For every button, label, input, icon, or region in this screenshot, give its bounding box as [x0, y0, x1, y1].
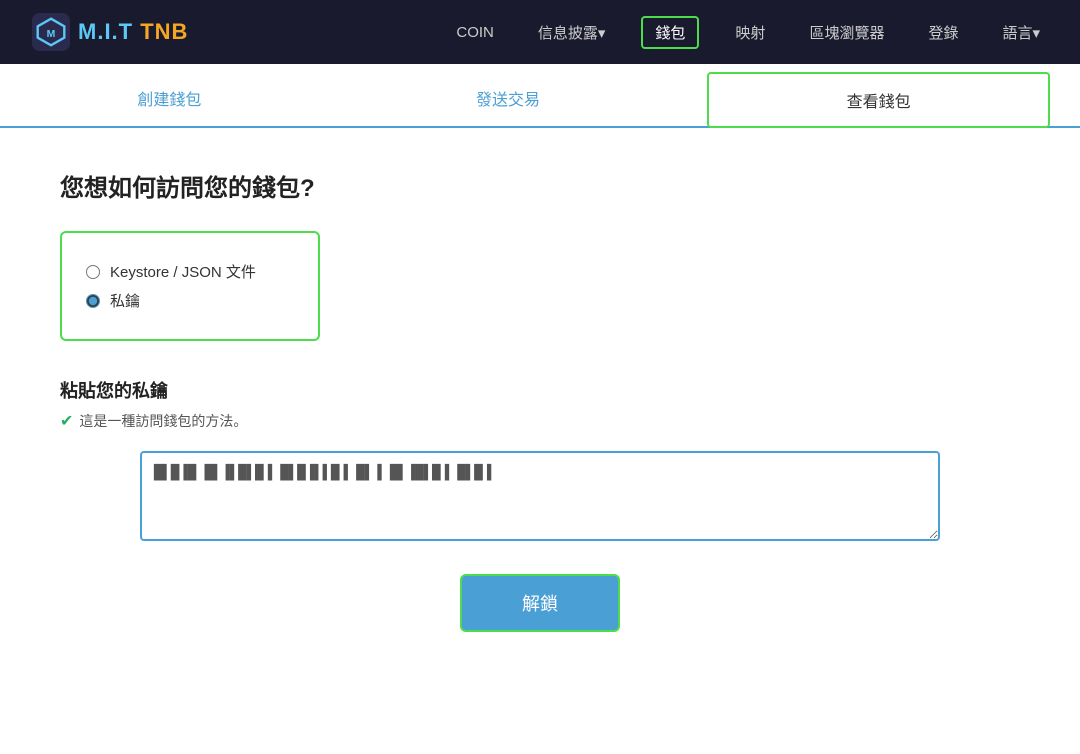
privatekey-label: 私鑰	[110, 290, 140, 311]
tabs-bar: 創建錢包 發送交易 查看錢包	[0, 64, 1080, 128]
nav-info[interactable]: 信息披露▾	[530, 18, 614, 47]
pk-textarea-wrapper: █▌█▐█ █▌▐▌█▌█▐ █▌█▐▌▌█▐ █▌▐ █▌▐█▌█▐ █▌█▐	[140, 451, 940, 546]
radio-keystore[interactable]	[86, 265, 100, 279]
tab-create[interactable]: 創建錢包	[0, 64, 339, 126]
unlock-wrapper: 解鎖	[60, 574, 1020, 632]
access-method-box: Keystore / JSON 文件 私鑰	[60, 231, 320, 341]
option-privatekey[interactable]: 私鑰	[86, 290, 294, 311]
nav-map[interactable]: 映射	[727, 18, 773, 47]
navbar-links: COIN 信息披露▾ 錢包 映射 區塊瀏覽器 登錄 語言▾	[448, 16, 1048, 49]
svg-text:M: M	[47, 29, 56, 40]
nav-login[interactable]: 登錄	[920, 18, 966, 47]
keystore-label: Keystore / JSON 文件	[110, 261, 256, 282]
pk-section-title: 粘貼您的私鑰	[60, 377, 1020, 403]
pk-notice-text: 這是一種訪問錢包的方法。	[79, 411, 247, 431]
tab-view[interactable]: 查看錢包	[707, 72, 1050, 128]
logo-text: M.I.T TNB	[78, 19, 188, 45]
nav-explorer[interactable]: 區塊瀏覽器	[801, 18, 892, 47]
logo: M M.I.T TNB	[32, 13, 188, 51]
nav-coin[interactable]: COIN	[448, 20, 502, 45]
tab-send[interactable]: 發送交易	[339, 64, 678, 126]
check-icon: ✔	[60, 411, 73, 431]
logo-icon: M	[32, 13, 70, 51]
main-content: 您想如何訪問您的錢包? Keystore / JSON 文件 私鑰 粘貼您的私鑰…	[0, 128, 1080, 712]
pk-section: 粘貼您的私鑰 ✔ 這是一種訪問錢包的方法。 █▌█▐█ █▌▐▌█▌█▐ █▌█…	[60, 377, 1020, 546]
navbar: M M.I.T TNB COIN 信息披露▾ 錢包 映射 區塊瀏覽器 登錄 語言…	[0, 0, 1080, 64]
pk-notice: ✔ 這是一種訪問錢包的方法。	[60, 411, 1020, 431]
page-title: 您想如何訪問您的錢包?	[60, 168, 1020, 203]
radio-privatekey[interactable]	[86, 294, 100, 308]
unlock-button[interactable]: 解鎖	[460, 574, 620, 632]
pk-input[interactable]: █▌█▐█ █▌▐▌█▌█▐ █▌█▐▌▌█▐ █▌▐ █▌▐█▌█▐ █▌█▐	[140, 451, 940, 541]
nav-wallet[interactable]: 錢包	[641, 16, 699, 49]
option-keystore[interactable]: Keystore / JSON 文件	[86, 261, 294, 282]
nav-lang[interactable]: 語言▾	[994, 18, 1048, 47]
